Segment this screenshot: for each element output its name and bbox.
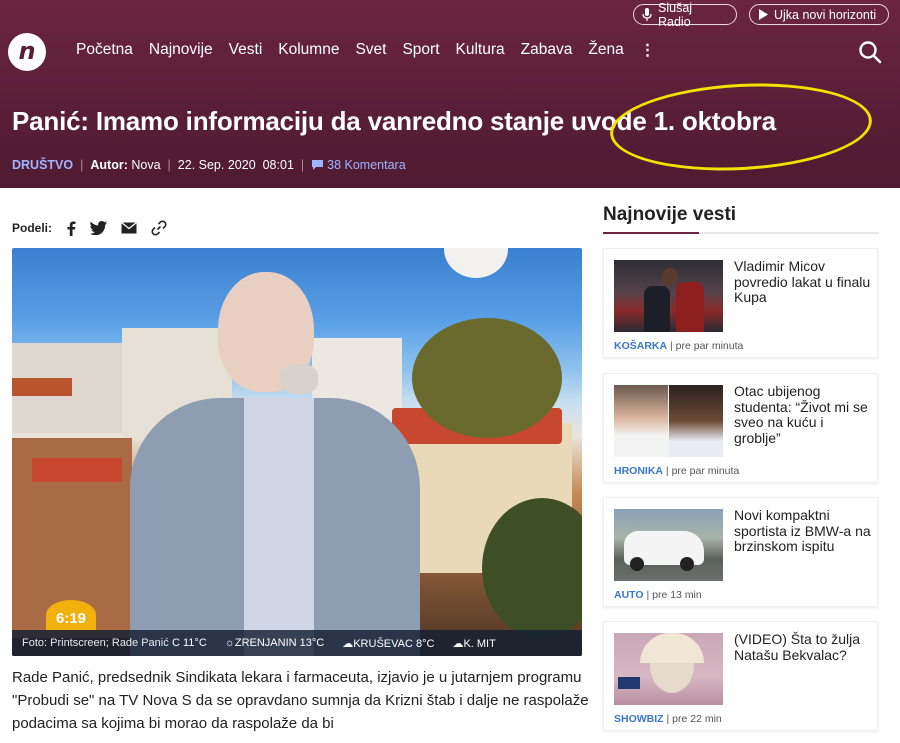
news-card[interactable]: Otac ubijenog studenta: “Život mi se sve…: [603, 373, 878, 483]
search-icon[interactable]: [858, 40, 882, 64]
nav-item-svet[interactable]: Svet: [355, 41, 386, 60]
nav-item-pocetna[interactable]: Početna: [76, 41, 133, 60]
publish-time: 08:01: [262, 158, 294, 172]
site-header: Slušaj Radio Ujka novi horizonti n Počet…: [0, 0, 900, 188]
background-roof: [12, 378, 72, 396]
news-headline[interactable]: Novi kompaktni sportista iz BMW-a na brz…: [734, 507, 874, 555]
news-card[interactable]: (VIDEO) Šta to žulja Natašu Bekvalac? SH…: [603, 621, 878, 731]
facebook-icon[interactable]: [66, 221, 76, 236]
twitter-icon[interactable]: [90, 221, 108, 235]
sidebar-title: Najnovije vesti: [603, 204, 737, 225]
background-moon: [444, 248, 508, 278]
background-tree: [412, 318, 562, 438]
news-time: pre 13 min: [652, 589, 702, 601]
publish-date: 22. Sep. 2020: [177, 158, 256, 172]
news-meta: KOŠARKA | pre par minuta: [614, 340, 744, 352]
sidebar-divider: [603, 232, 879, 234]
tv-clock: 6:19: [46, 600, 96, 630]
background-roof: [32, 458, 122, 482]
nav-item-kolumne[interactable]: Kolumne: [278, 41, 339, 60]
nav-item-najnovije[interactable]: Najnovije: [149, 41, 213, 60]
news-headline[interactable]: (VIDEO) Šta to žulja Natašu Bekvalac?: [734, 631, 874, 663]
logo-letter: n: [18, 36, 36, 65]
meta-separator: |: [167, 158, 171, 172]
news-time: pre par minuta: [671, 465, 740, 477]
listen-radio-label: Slušaj Radio: [658, 0, 693, 29]
photo-credit: Foto: Printscreen; Rade Panić: [22, 637, 169, 649]
news-thumbnail[interactable]: [614, 260, 723, 332]
person-beard: [280, 364, 318, 394]
share-bar: Podeli:: [12, 220, 167, 236]
news-category[interactable]: SHOWBIZ: [614, 713, 664, 725]
news-category[interactable]: KOŠARKA: [614, 340, 667, 352]
news-time: pre 22 min: [672, 713, 722, 725]
nav-item-vesti[interactable]: Vesti: [229, 41, 263, 60]
tv-ticker: Foto: Printscreen; Rade Panić C 11°C ☼ZR…: [12, 630, 582, 656]
nav-item-sport[interactable]: Sport: [402, 41, 439, 60]
news-headline[interactable]: Otac ubijenog studenta: “Život mi se sve…: [734, 383, 874, 446]
news-meta: SHOWBIZ | pre 22 min: [614, 713, 722, 725]
comments-count: 38 Komentara: [327, 158, 406, 172]
email-icon[interactable]: [121, 222, 137, 234]
article-body: Rade Panić, predsednik Sindikata lekara …: [12, 669, 589, 732]
category-link[interactable]: DRUŠTVO: [12, 158, 73, 172]
author-label: Autor:: [90, 158, 128, 172]
copy-link-icon[interactable]: [151, 220, 167, 236]
more-menu-icon[interactable]: ⋮: [640, 41, 656, 60]
ticker-item: ☼ZRENJANIN 13°C: [224, 637, 325, 649]
ticker-item: C 11°C: [172, 637, 207, 649]
news-category[interactable]: HRONIKA: [614, 465, 663, 477]
nav-item-zena[interactable]: Žena: [588, 41, 623, 60]
comments-link[interactable]: 38 Komentara: [311, 158, 406, 172]
news-thumbnail[interactable]: [614, 633, 723, 705]
news-meta: HRONIKA | pre par minuta: [614, 465, 740, 477]
site-logo[interactable]: n: [8, 33, 46, 71]
article-meta: DRUŠTVO | Autor: Nova | 22. Sep. 2020 08…: [12, 158, 406, 172]
news-thumbnail[interactable]: [614, 509, 723, 581]
main-nav: Početna Najnovije Vesti Kolumne Svet Spo…: [76, 41, 655, 60]
listen-radio-button[interactable]: Slušaj Radio: [633, 1, 737, 29]
author-name: Nova: [131, 158, 161, 172]
highlight-ellipse: [607, 77, 875, 177]
person-shirt: [244, 398, 314, 656]
microphone-icon: [642, 8, 652, 21]
news-time: pre par minuta: [675, 340, 744, 352]
ujka-label: Ujka novi horizonti: [774, 7, 877, 22]
play-icon: [759, 9, 768, 20]
news-card[interactable]: Vladimir Micov povredio lakat u finalu K…: [603, 248, 878, 358]
nav-item-zabava[interactable]: Zabava: [521, 41, 573, 60]
ticker-item: ☁KRUŠEVAC 8°C: [342, 637, 435, 650]
ticker-item: ☁K. MIT: [452, 637, 496, 650]
article-photo[interactable]: 6:19 Foto: Printscreen; Rade Panić C 11°…: [12, 248, 582, 656]
nav-item-kultura[interactable]: Kultura: [456, 41, 505, 60]
news-headline[interactable]: Vladimir Micov povredio lakat u finalu K…: [734, 258, 874, 306]
news-category[interactable]: AUTO: [614, 589, 644, 601]
news-thumbnail[interactable]: [614, 385, 723, 457]
ujka-button[interactable]: Ujka novi horizonti: [749, 4, 889, 25]
share-label: Podeli:: [12, 221, 53, 235]
news-meta: AUTO | pre 13 min: [614, 589, 702, 601]
news-card[interactable]: Novi kompaktni sportista iz BMW-a na brz…: [603, 497, 878, 607]
meta-separator: |: [300, 158, 305, 172]
comment-icon: [312, 160, 324, 170]
meta-separator: |: [80, 158, 84, 172]
